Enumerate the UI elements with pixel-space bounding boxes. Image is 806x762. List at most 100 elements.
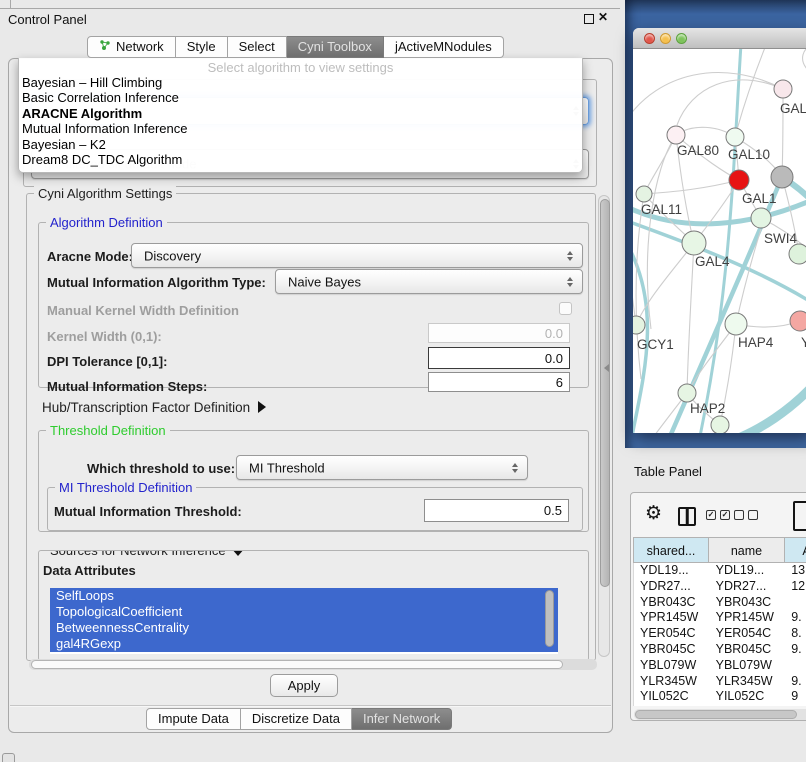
attribute-item[interactable]: BetweennessCentrality: [50, 620, 558, 636]
settings-h-scrollbar-thumb[interactable]: [31, 660, 563, 669]
network-node-gal4[interactable]: [682, 231, 706, 255]
which-threshold-label: Which threshold to use:: [87, 461, 235, 476]
attribute-item[interactable]: TopologicalCoefficient: [50, 604, 558, 620]
mi-type-combo[interactable]: Naive Bayes: [275, 269, 583, 294]
dpi-tolerance-label: DPI Tolerance [0,1]:: [47, 354, 167, 369]
zoom-traffic-light-icon[interactable]: [676, 33, 687, 44]
mi-type-value: Naive Bayes: [288, 274, 361, 289]
close-traffic-light-icon[interactable]: [644, 33, 655, 44]
attributes-scrollbar[interactable]: [545, 590, 555, 650]
node-label: GAL10: [728, 147, 770, 162]
tab-infer-network[interactable]: Infer Network: [352, 708, 452, 730]
sources-group: Sources for Network Inference Data Attri…: [38, 550, 589, 661]
tab-network[interactable]: Network: [87, 36, 176, 58]
network-node-gcy1[interactable]: [633, 316, 645, 334]
network-canvas[interactable]: GALGAL80GAL10GAL1GAL11SWI4GAL4GCY1HAP4YH…: [633, 49, 806, 433]
columns-icon[interactable]: [678, 507, 696, 526]
algorithm-option[interactable]: Mutual Information Inference: [19, 121, 582, 136]
cyni-toolbox-panel: gal-filtered sif default node Select alg…: [8, 58, 613, 733]
network-graph: GALGAL80GAL10GAL1GAL11SWI4GAL4GCY1HAP4YH…: [633, 49, 806, 433]
node-label: GCY1: [637, 337, 674, 352]
table-column-header[interactable]: shared...: [633, 537, 709, 563]
table-row[interactable]: YBR043CYBR043C: [634, 595, 806, 611]
table-row[interactable]: YIL052CYIL052C9: [634, 689, 806, 705]
network-node-hap2[interactable]: [678, 384, 696, 402]
network-node-gal11[interactable]: [636, 186, 652, 202]
attribute-item[interactable]: SelfLoops: [50, 588, 558, 604]
table-column-header[interactable]: name: [709, 537, 785, 563]
node-table: shared...nameA YDL19...YDL19...13YDR27..…: [633, 537, 806, 706]
table-column-header[interactable]: A: [785, 537, 806, 563]
hide-columns-icon[interactable]: [734, 510, 758, 520]
network-node[interactable]: [771, 166, 793, 188]
settings-h-scrollbar[interactable]: [29, 659, 597, 670]
dpi-tolerance-field[interactable]: 0.0: [428, 347, 570, 369]
which-threshold-combo[interactable]: MI Threshold: [236, 455, 528, 480]
mi-steps-label: Mutual Information Steps:: [47, 379, 207, 394]
algorithm-option[interactable]: Bayesian – K2: [19, 137, 582, 152]
tab-cyni-toolbox[interactable]: Cyni Toolbox: [287, 36, 384, 58]
settings-scrollbar-thumb[interactable]: [600, 199, 610, 587]
network-node[interactable]: [789, 244, 806, 264]
combo-arrows-icon: [512, 463, 518, 473]
algorithm-option[interactable]: Dream8 DC_TDC Algorithm: [19, 152, 582, 167]
table-row[interactable]: YER054CYER054C8.: [634, 626, 806, 642]
tab-discretize-data[interactable]: Discretize Data: [241, 708, 352, 730]
table-cell: YBR043C: [634, 595, 710, 611]
kernel-width-field: 0.0: [428, 323, 570, 343]
minimized-panel-icon[interactable]: [2, 753, 15, 762]
network-node[interactable]: [711, 416, 729, 433]
export-table-icon[interactable]: [793, 501, 806, 531]
tab-jactivemnodules[interactable]: jActiveMNodules: [384, 36, 504, 58]
network-node-gal[interactable]: [774, 80, 792, 98]
table-row[interactable]: YDL19...YDL19...13: [634, 563, 806, 579]
table-row[interactable]: YLR345WYLR345W9.: [634, 674, 806, 690]
algorithm-option[interactable]: Basic Correlation Inference: [19, 90, 582, 105]
table-row[interactable]: YBR045CYBR045C9.: [634, 642, 806, 658]
table-h-scrollbar[interactable]: [634, 709, 806, 720]
table-row[interactable]: YBL079WYBL079W: [634, 658, 806, 674]
minimize-traffic-light-icon[interactable]: [660, 33, 671, 44]
network-node-gal1[interactable]: [729, 170, 749, 190]
settings-scrollbar[interactable]: [598, 195, 610, 657]
show-columns-icon[interactable]: ✓✓: [706, 510, 730, 520]
network-window-titlebar[interactable]: [633, 28, 806, 49]
attribute-item[interactable]: gal4RGexp: [50, 636, 558, 652]
data-attributes-list[interactable]: SelfLoopsTopologicalCoefficientBetweenne…: [50, 588, 558, 654]
tab-label: Network: [116, 36, 164, 58]
hub-definition-toggle[interactable]: Hub/Transcription Factor Definition: [42, 400, 266, 415]
network-node-gal80[interactable]: [667, 126, 685, 144]
network-node-hap4[interactable]: [725, 313, 747, 335]
network-node-gal10[interactable]: [726, 128, 744, 146]
mi-threshold-group: MI Threshold Definition Mutual Informati…: [47, 487, 583, 531]
float-window-icon[interactable]: [584, 14, 594, 24]
algorithm-option[interactable]: ARACNE Algorithm: [19, 106, 582, 121]
network-node-y[interactable]: [790, 311, 806, 331]
tab-select[interactable]: Select: [228, 36, 287, 58]
close-icon[interactable]: ✕: [598, 10, 608, 24]
cyni-bottom-tabbar: Impute DataDiscretize DataInfer Network: [146, 708, 452, 730]
table-cell: 9: [785, 689, 806, 705]
divider-collapse-icon[interactable]: [604, 364, 609, 372]
table-h-scrollbar-thumb[interactable]: [635, 710, 797, 719]
network-node-swi4[interactable]: [751, 208, 771, 228]
tab-impute-data[interactable]: Impute Data: [146, 708, 241, 730]
algorithm-option[interactable]: Bayesian – Hill Climbing: [19, 75, 582, 90]
mi-threshold-field[interactable]: 0.5: [424, 499, 569, 522]
bottom-separator: [10, 705, 611, 707]
mi-steps-field[interactable]: 6: [428, 372, 570, 392]
table-cell: YIL052C: [710, 689, 786, 705]
tab-style[interactable]: Style: [176, 36, 228, 58]
table-cell: YDL19...: [710, 563, 786, 579]
gear-icon[interactable]: ⚙: [645, 503, 662, 523]
apply-button[interactable]: Apply: [270, 674, 338, 697]
network-view-panel: GALGAL80GAL10GAL1GAL11SWI4GAL4GCY1HAP4YH…: [625, 0, 806, 448]
network-window[interactable]: GALGAL80GAL10GAL1GAL11SWI4GAL4GCY1HAP4YH…: [633, 28, 806, 433]
tab-label: Style: [187, 36, 216, 58]
table-row[interactable]: YDR27...YDR27...12: [634, 579, 806, 595]
aracne-mode-combo[interactable]: Discovery: [131, 243, 583, 268]
table-cell: YBR045C: [634, 642, 710, 658]
manual-kernel-checkbox[interactable]: [559, 302, 572, 315]
sources-group-title[interactable]: Sources for Network Inference: [46, 550, 249, 558]
table-row[interactable]: YPR145WYPR145W9.: [634, 610, 806, 626]
